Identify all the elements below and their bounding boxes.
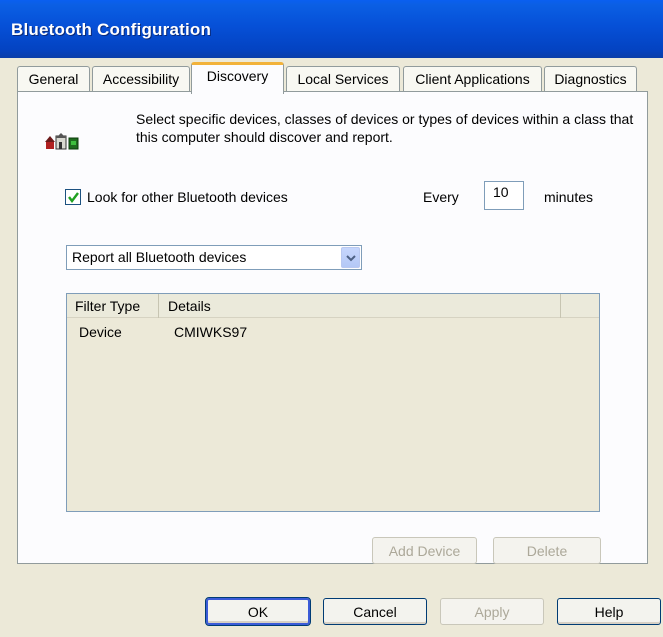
tab-diagnostics[interactable]: Diagnostics [544, 66, 637, 92]
filter-list[interactable]: Filter Type Details Device CMIWKS97 [66, 293, 600, 512]
apply-button[interactable]: Apply [440, 598, 544, 625]
column-header-filter-type[interactable]: Filter Type [67, 294, 159, 318]
tab-discovery[interactable]: Discovery [191, 62, 284, 94]
cancel-button[interactable]: Cancel [323, 598, 427, 625]
bluetooth-devices-icon [45, 133, 79, 150]
table-row[interactable]: Device CMIWKS97 [67, 322, 599, 342]
tab-client-applications[interactable]: Client Applications [403, 66, 542, 92]
tab-accessibility[interactable]: Accessibility [92, 66, 190, 92]
look-for-devices-checkbox[interactable] [65, 189, 81, 205]
filter-type-cell: Device [79, 324, 122, 340]
bluetooth-configuration-dialog: Bluetooth Configuration General Accessib… [0, 0, 663, 637]
chevron-down-icon [346, 255, 356, 262]
window-title: Bluetooth Configuration [11, 20, 212, 39]
add-device-button[interactable]: Add Device [372, 537, 477, 564]
column-header-details[interactable]: Details [160, 294, 561, 318]
look-for-devices-row[interactable]: Look for other Bluetooth devices [65, 187, 288, 207]
delete-button[interactable]: Delete [493, 537, 601, 564]
report-mode-dropdown[interactable]: Report all Bluetooth devices [66, 245, 362, 270]
report-mode-value: Report all Bluetooth devices [72, 249, 247, 265]
checkmark-icon [68, 192, 79, 203]
minutes-label: minutes [544, 189, 594, 205]
tab-general[interactable]: General [17, 66, 90, 92]
tab-local-services[interactable]: Local Services [286, 66, 400, 92]
dropdown-arrow-button[interactable] [341, 247, 360, 268]
filter-list-header: Filter Type Details [67, 294, 599, 318]
help-button[interactable]: Help [557, 598, 661, 625]
discovery-description: Select specific devices, classes of devi… [136, 111, 634, 145]
details-cell: CMIWKS97 [174, 324, 248, 340]
tab-strip: General Accessibility Discovery Local Se… [17, 62, 647, 94]
every-label: Every [423, 189, 459, 205]
look-for-devices-label[interactable]: Look for other Bluetooth devices [87, 189, 288, 205]
discovery-panel: Select specific devices, classes of devi… [17, 91, 648, 564]
interval-minutes-field[interactable]: 10 [484, 181, 524, 210]
ok-button[interactable]: OK [205, 597, 311, 626]
title-bar[interactable]: Bluetooth Configuration [0, 0, 663, 58]
